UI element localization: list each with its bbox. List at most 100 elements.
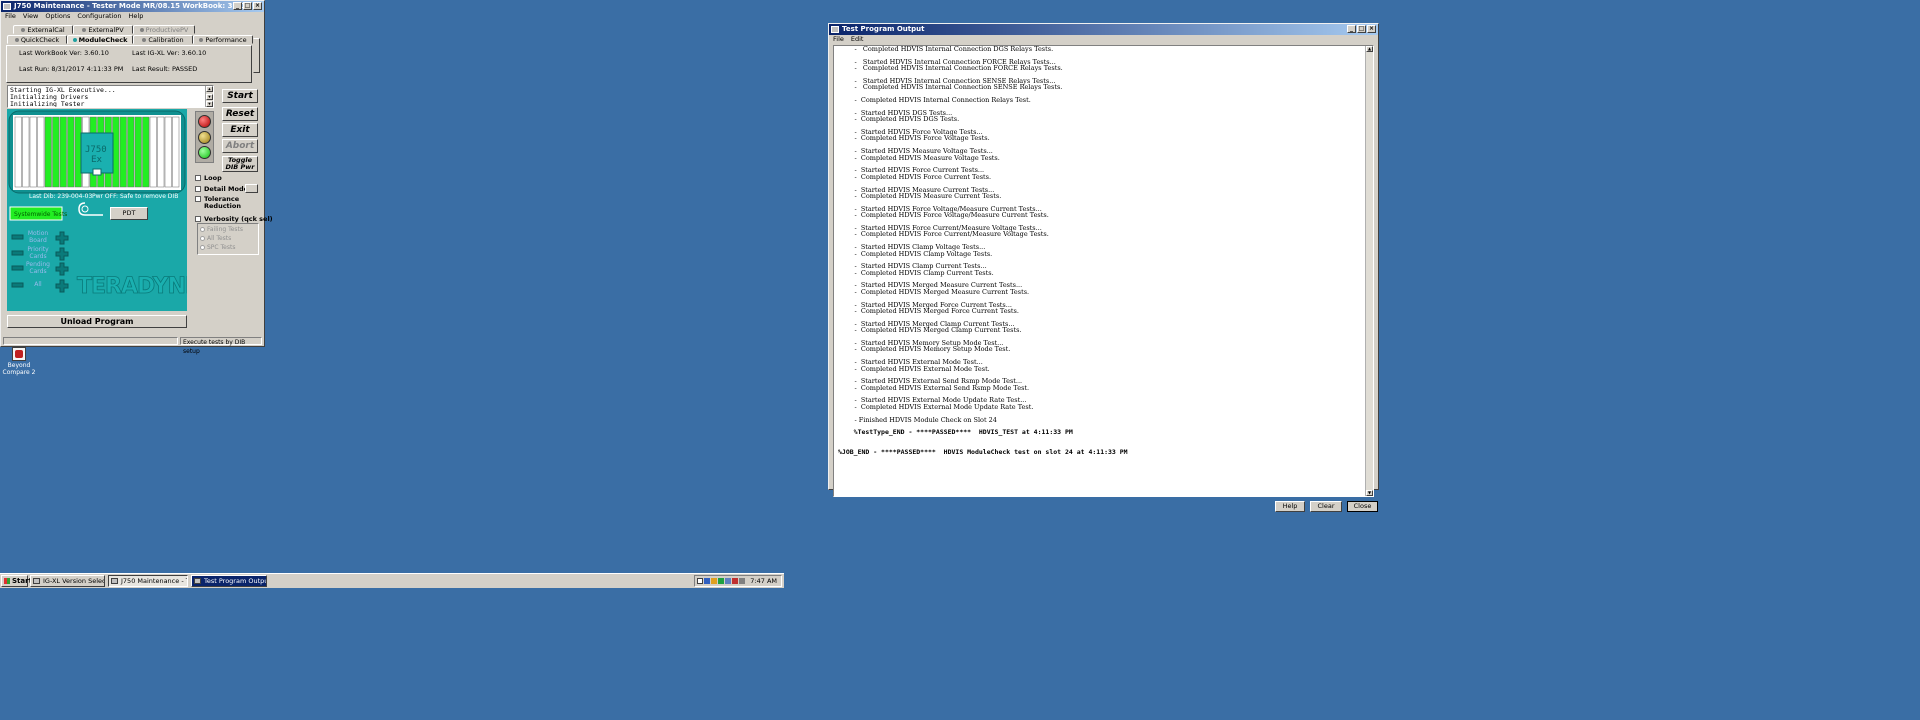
detail-mode-options-button[interactable] bbox=[245, 184, 258, 193]
output-text-area[interactable]: - Completed HDVIS Internal Connection DG… bbox=[833, 45, 1374, 497]
last-run: Last Run: 8/31/2017 4:11:33 PM bbox=[19, 65, 124, 73]
scroll-down-arrow-icon[interactable]: ▼ bbox=[206, 94, 213, 100]
menu-edit[interactable]: Edit bbox=[851, 35, 864, 44]
tester-slot[interactable] bbox=[127, 116, 135, 188]
checkbox-box[interactable] bbox=[195, 196, 201, 202]
maintenance-titlebar[interactable]: J750 Maintenance - Tester Mode MR/08.15 … bbox=[1, 1, 264, 12]
menu-file[interactable]: File bbox=[833, 35, 844, 44]
unload-program-button[interactable]: Unload Program bbox=[7, 315, 187, 328]
plus-icon[interactable] bbox=[55, 231, 69, 245]
radio-all-tests[interactable]: All Tests bbox=[200, 235, 231, 242]
network-tray-icon[interactable] bbox=[704, 578, 710, 584]
tab-quickcheck[interactable]: QuickCheck bbox=[7, 35, 67, 44]
menu-file[interactable]: File bbox=[5, 12, 16, 21]
start-button[interactable]: Start bbox=[222, 89, 258, 103]
menu-view[interactable]: View bbox=[23, 12, 38, 21]
last-dib-label: Last Dib: 239-004-03 bbox=[29, 193, 93, 200]
plus-icon[interactable] bbox=[55, 279, 69, 293]
clear-button[interactable]: Clear bbox=[1310, 501, 1342, 512]
exit-button[interactable]: Exit bbox=[222, 123, 258, 137]
maximize-button[interactable]: □ bbox=[1357, 25, 1366, 33]
menu-options[interactable]: Options bbox=[45, 12, 70, 21]
beyond-compare-desktop-icon[interactable]: Beyond Compare 2 bbox=[2, 347, 36, 376]
tolerance-reduction-checkbox[interactable]: Tolerance Reduction bbox=[195, 196, 241, 210]
plus-icon[interactable] bbox=[55, 247, 69, 261]
tester-slot[interactable] bbox=[37, 116, 45, 188]
tester-slot[interactable] bbox=[67, 116, 75, 188]
tester-diagram: TERADYNE J750 Ex Last Dib: 239-004-03 Pw… bbox=[7, 109, 200, 311]
abort-button[interactable]: Abort bbox=[222, 139, 258, 153]
checkbox-box[interactable] bbox=[195, 216, 201, 222]
menu-configuration[interactable]: Configuration bbox=[77, 12, 121, 21]
status-message: Execute tests by DIB setup bbox=[180, 337, 262, 355]
tab-productivepv[interactable]: ProductivePV bbox=[133, 25, 195, 34]
tab-dot-icon bbox=[199, 38, 204, 42]
tester-slot[interactable] bbox=[52, 116, 60, 188]
tester-slot[interactable] bbox=[59, 116, 67, 188]
tab-externalpv[interactable]: ExternalPV bbox=[73, 25, 133, 34]
tester-slot[interactable] bbox=[172, 116, 180, 188]
reset-button[interactable]: Reset bbox=[222, 107, 258, 121]
last-result: Last Result: PASSED bbox=[132, 65, 198, 73]
console-scrollbar[interactable]: ▲ ▼ ▼ bbox=[205, 86, 213, 107]
verbosity-checkbox[interactable]: Verbosity (qck sel) bbox=[195, 216, 273, 223]
volume-tray-icon[interactable] bbox=[739, 578, 745, 584]
pdt-button[interactable]: PDT bbox=[110, 207, 148, 220]
loop-checkbox[interactable]: Loop bbox=[195, 175, 222, 182]
output-scrollbar[interactable]: ▲ ▼ bbox=[1365, 46, 1373, 496]
minimize-button[interactable]: _ bbox=[233, 2, 242, 10]
systemwide-tests-button[interactable]: Systemwide Tests bbox=[14, 211, 67, 218]
tab-externalcal[interactable]: ExternalCal bbox=[13, 25, 73, 34]
app-icon bbox=[3, 3, 11, 10]
tester-slot[interactable] bbox=[149, 116, 157, 188]
help-tray-icon[interactable] bbox=[697, 578, 703, 584]
scroll-up-arrow-icon[interactable]: ▲ bbox=[1366, 46, 1373, 52]
radio-circle-icon bbox=[200, 245, 205, 250]
close-button[interactable]: × bbox=[1367, 25, 1376, 33]
menu-help[interactable]: Help bbox=[129, 12, 144, 21]
detail-mode-checkbox[interactable]: Detail Mode bbox=[195, 186, 248, 193]
tester-slot[interactable] bbox=[157, 116, 165, 188]
task-j750-maintenance[interactable]: J750 Maintenance - T... bbox=[108, 575, 188, 587]
desktop-icon-label-line2: Compare 2 bbox=[2, 369, 36, 376]
maximize-button[interactable]: □ bbox=[243, 2, 252, 10]
tester-slot[interactable] bbox=[164, 116, 172, 188]
scroll-down-arrow-icon[interactable]: ▼ bbox=[206, 101, 213, 107]
minimize-button[interactable]: _ bbox=[1347, 25, 1356, 33]
radio-spc-tests[interactable]: SPC Tests bbox=[200, 244, 235, 251]
display-tray-icon[interactable] bbox=[725, 578, 731, 584]
task-igxl-version-selector[interactable]: IG-XL Version Selector bbox=[30, 575, 105, 587]
windows-logo-icon bbox=[4, 578, 10, 584]
security-tray-icon[interactable] bbox=[718, 578, 724, 584]
checkbox-box[interactable] bbox=[195, 175, 201, 181]
radio-failing-tests[interactable]: Failing Tests bbox=[200, 226, 243, 233]
tester-slot[interactable] bbox=[22, 116, 30, 188]
tester-slot[interactable] bbox=[119, 116, 127, 188]
scroll-down-arrow-icon[interactable]: ▼ bbox=[1366, 490, 1373, 496]
side-slot-icon bbox=[11, 250, 24, 256]
tester-slot[interactable] bbox=[142, 116, 150, 188]
plus-icon[interactable] bbox=[55, 262, 69, 276]
checkbox-box[interactable] bbox=[195, 186, 201, 192]
close-button[interactable]: × bbox=[253, 2, 262, 10]
help-button[interactable]: Help bbox=[1275, 501, 1305, 512]
tab-modulecheck[interactable]: ModuleCheck bbox=[67, 35, 133, 44]
console-log[interactable]: Starting IG-XL Executive... Initializing… bbox=[7, 85, 214, 108]
output-titlebar[interactable]: Test Program Output _ □ × bbox=[829, 24, 1378, 35]
tab-performance[interactable]: Performance bbox=[193, 35, 253, 44]
scroll-up-arrow-icon[interactable]: ▲ bbox=[206, 86, 213, 92]
menu-bar: File Edit bbox=[829, 35, 1378, 44]
alert-tray-icon[interactable] bbox=[732, 578, 738, 584]
tester-model-label: J750 bbox=[85, 145, 107, 155]
folder-tray-icon[interactable] bbox=[711, 578, 717, 584]
tester-slot[interactable] bbox=[134, 116, 142, 188]
tester-slot[interactable] bbox=[14, 116, 22, 188]
task-test-program-output[interactable]: Test Program Output bbox=[191, 575, 267, 587]
toggle-dib-power-button[interactable]: Toggle DIB Pwr bbox=[222, 156, 258, 172]
tester-slot[interactable] bbox=[29, 116, 37, 188]
close-output-button[interactable]: Close bbox=[1347, 501, 1378, 512]
tester-model-suffix: Ex bbox=[91, 155, 103, 165]
tab-calibration[interactable]: Calibration bbox=[133, 35, 193, 44]
tester-slot[interactable] bbox=[44, 116, 52, 188]
start-menu-button[interactable]: Start bbox=[1, 575, 32, 587]
